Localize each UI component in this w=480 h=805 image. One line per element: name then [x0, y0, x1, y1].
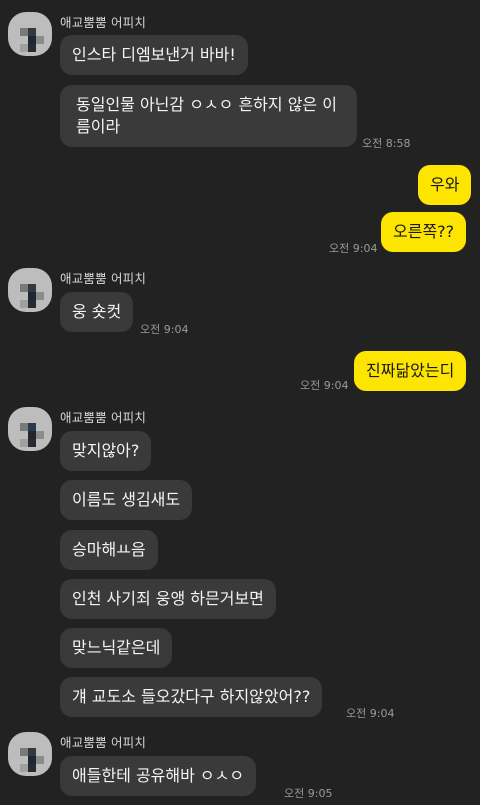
message-bubble[interactable]: 승마해ㅛ음 [60, 530, 158, 570]
sender-name: 애교뿜뿜 어피치 [60, 410, 147, 425]
message-timestamp: 오전 9:04 [300, 379, 349, 392]
avatar[interactable] [8, 268, 52, 312]
message-timestamp: 오전 9:04 [140, 323, 189, 336]
my-message-bubble[interactable]: 우와 [418, 165, 472, 205]
message-timestamp: 오전 9:05 [284, 787, 333, 800]
message-timestamp: 오전 9:04 [329, 242, 378, 255]
message-bubble[interactable]: 웅 숏컷 [60, 292, 134, 332]
my-message-bubble[interactable]: 진짜닮았는디 [354, 351, 467, 391]
message-bubble[interactable]: 동일인물 아닌감 ㅇㅅㅇ 흔하지 않은 이름이라 [60, 85, 357, 147]
message-timestamp: 오전 8:58 [362, 137, 411, 150]
message-bubble[interactable]: 걔 교도소 들오갔다구 하지않았어?? [60, 677, 323, 717]
avatar[interactable] [8, 12, 52, 56]
message-bubble[interactable]: 맞느닉같은데 [60, 628, 173, 668]
message-bubble[interactable]: 맞지않아? [60, 431, 152, 471]
message-bubble[interactable]: 이름도 생김새도 [60, 480, 193, 520]
avatar[interactable] [8, 732, 52, 776]
message-bubble[interactable]: 인스타 디엠보낸거 바바! [60, 35, 248, 75]
sender-name: 애교뿜뿜 어피치 [60, 15, 147, 30]
message-timestamp: 오전 9:04 [346, 707, 395, 720]
avatar[interactable] [8, 407, 52, 451]
sender-name: 애교뿜뿜 어피치 [60, 735, 147, 750]
message-bubble[interactable]: 인천 사기죄 웅앵 하믄거보면 [60, 579, 276, 619]
my-message-bubble[interactable]: 오른쪽?? [381, 212, 467, 252]
chat-screen: { "colors": { "background": "#222222", "… [0, 0, 480, 805]
sender-name: 애교뿜뿜 어피치 [60, 271, 147, 286]
message-bubble[interactable]: 애들한테 공유해바 ㅇㅅㅇ [60, 756, 257, 796]
